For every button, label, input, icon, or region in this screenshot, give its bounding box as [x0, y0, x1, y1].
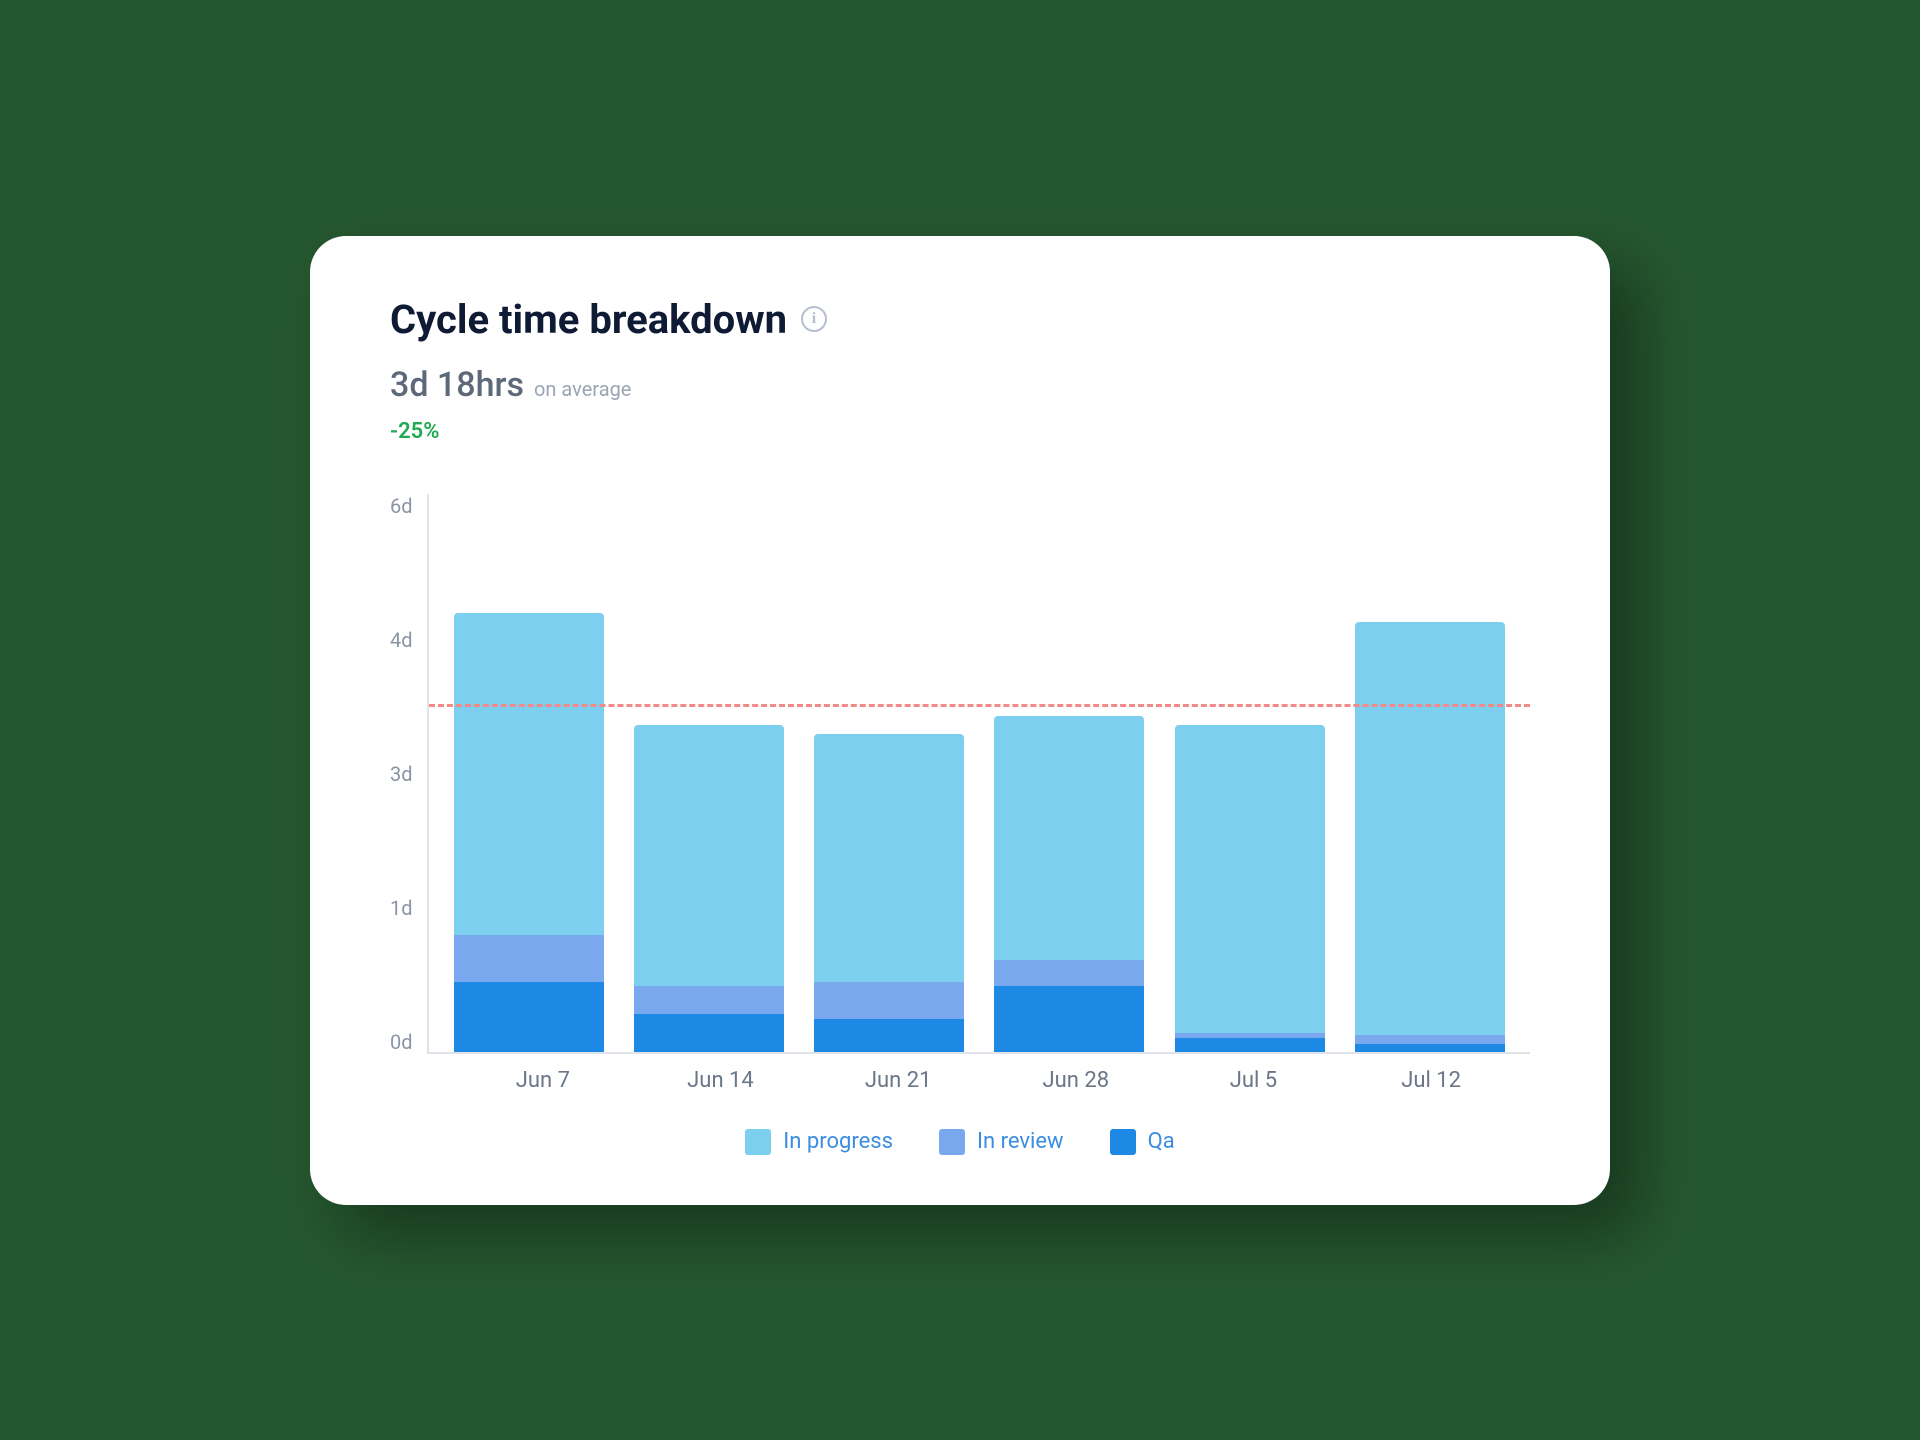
- bar-segment-in_review: [814, 982, 964, 1019]
- bars-container: [429, 494, 1530, 1052]
- bar[interactable]: [1355, 622, 1505, 1051]
- bar[interactable]: [1175, 725, 1325, 1052]
- bar[interactable]: [454, 613, 604, 1052]
- legend-label: Qa: [1148, 1129, 1175, 1154]
- bar[interactable]: [814, 734, 964, 1051]
- bar-segment-in_progress: [634, 725, 784, 986]
- y-tick: 3d: [390, 762, 413, 786]
- bar-segment-qa: [994, 986, 1144, 1051]
- average-line: [429, 704, 1530, 707]
- legend-item-qa[interactable]: Qa: [1110, 1129, 1175, 1155]
- legend-label: In review: [977, 1129, 1064, 1154]
- metric-delta: -25%: [390, 419, 1530, 444]
- x-tick: Jun 21: [823, 1068, 973, 1093]
- legend: In progress In review Qa: [390, 1129, 1530, 1155]
- bar-segment-in_progress: [994, 716, 1144, 961]
- x-axis: Jun 7 Jun 14 Jun 21 Jun 28 Jul 5 Jul 12: [444, 1068, 1530, 1093]
- bar-segment-qa: [1355, 1044, 1505, 1051]
- x-tick: Jun 14: [645, 1068, 795, 1093]
- y-axis: 6d 4d 3d 1d 0d: [390, 494, 427, 1054]
- bar[interactable]: [634, 725, 784, 1052]
- y-tick: 6d: [390, 494, 413, 518]
- card-title: Cycle time breakdown: [390, 296, 787, 343]
- bar-segment-in_review: [454, 935, 604, 982]
- metric-value: 3d 18hrs: [390, 365, 524, 405]
- metric-row: 3d 18hrs on average: [390, 365, 1530, 405]
- bar-segment-qa: [634, 1014, 784, 1051]
- chart: 6d4d3d1d0d Jun 7Jun 14Jun 21Jun 28Jul 5J…: [390, 494, 1530, 1155]
- info-icon[interactable]: i: [801, 306, 827, 332]
- card-header: Cycle time breakdown i: [390, 296, 1530, 343]
- y-tick: 4d: [390, 628, 413, 652]
- bar-segment-in_progress: [1175, 725, 1325, 1033]
- metric-suffix: on average: [534, 377, 631, 401]
- x-tick: Jun 28: [1001, 1068, 1151, 1093]
- cycle-time-card: Cycle time breakdown i 3d 18hrs on avera…: [310, 236, 1610, 1205]
- bar-segment-in_review: [994, 960, 1144, 986]
- bar-segment-qa: [814, 1019, 964, 1052]
- legend-item-in_progress[interactable]: In progress: [745, 1129, 893, 1155]
- x-tick: Jun 7: [468, 1068, 618, 1093]
- plot-area: [427, 494, 1530, 1054]
- y-tick: 1d: [390, 896, 413, 920]
- bar[interactable]: [994, 716, 1144, 1052]
- x-tick: Jul 12: [1356, 1068, 1506, 1093]
- bar-segment-in_review: [634, 986, 784, 1014]
- bar-segment-in_progress: [454, 613, 604, 935]
- bar-segment-qa: [454, 982, 604, 1052]
- legend-item-in_review[interactable]: In review: [939, 1129, 1064, 1155]
- y-tick: 0d: [390, 1030, 413, 1054]
- legend-swatch: [745, 1129, 771, 1155]
- bar-segment-qa: [1175, 1038, 1325, 1052]
- bar-segment-in_progress: [814, 734, 964, 981]
- bar-segment-in_progress: [1355, 622, 1505, 1035]
- x-tick: Jul 5: [1178, 1068, 1328, 1093]
- legend-swatch: [1110, 1129, 1136, 1155]
- legend-swatch: [939, 1129, 965, 1155]
- legend-label: In progress: [783, 1129, 893, 1154]
- bar-segment-in_review: [1355, 1035, 1505, 1044]
